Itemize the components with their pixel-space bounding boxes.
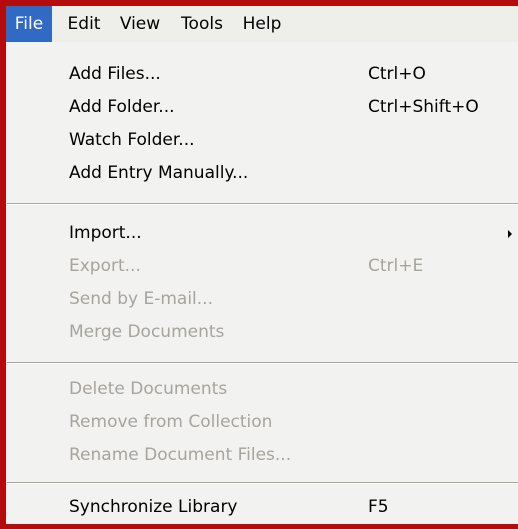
- menu-bar: File Edit View Tools Help: [6, 6, 518, 43]
- menu-item-shortcut: F5: [368, 497, 389, 517]
- menu-item-label: Add Entry Manually...: [69, 163, 249, 183]
- menu-item-shortcut: Ctrl+Shift+O: [368, 97, 479, 117]
- menu-help[interactable]: Help: [240, 6, 284, 42]
- menu-item-export[interactable]: Export... Ctrl+E: [6, 250, 518, 283]
- menu-item-label: Import...: [69, 223, 142, 243]
- menu-item-label: Merge Documents: [69, 322, 225, 342]
- menu-item-label: Send by E-mail...: [69, 289, 213, 309]
- menu-item-label: Add Folder...: [69, 97, 175, 117]
- menu-item-add-files[interactable]: Add Files... Ctrl+O: [6, 58, 518, 91]
- menu-separator: [7, 203, 518, 205]
- menu-item-add-entry-manually[interactable]: Add Entry Manually...: [6, 157, 518, 190]
- menu-item-rename-document-files[interactable]: Rename Document Files...: [6, 439, 518, 472]
- menu-item-label: Add Files...: [69, 64, 161, 84]
- menu-separator: [7, 482, 518, 484]
- menu-item-import[interactable]: Import...: [6, 217, 518, 250]
- menu-item-watch-folder[interactable]: Watch Folder...: [6, 124, 518, 157]
- menu-item-delete-documents[interactable]: Delete Documents: [6, 373, 518, 406]
- menu-item-label: Synchronize Library: [69, 497, 238, 517]
- menu-item-shortcut: Ctrl+E: [368, 256, 424, 276]
- menu-item-label: Remove from Collection: [69, 412, 273, 432]
- menu-item-label: Watch Folder...: [69, 130, 195, 150]
- menu-item-add-folder[interactable]: Add Folder... Ctrl+Shift+O: [6, 91, 518, 124]
- menu-item-label: Rename Document Files...: [69, 445, 292, 465]
- menu-item-remove-from-collection[interactable]: Remove from Collection: [6, 406, 518, 439]
- submenu-arrow-icon: [508, 230, 512, 238]
- menu-file[interactable]: File: [6, 6, 52, 42]
- menu-item-shortcut: Ctrl+O: [368, 64, 426, 84]
- menu-item-synchronize-library[interactable]: Synchronize Library F5: [6, 491, 518, 524]
- menu-tools[interactable]: Tools: [176, 6, 228, 42]
- menu-separator: [7, 362, 518, 364]
- menu-item-label: Delete Documents: [69, 379, 228, 399]
- menu-item-merge-documents[interactable]: Merge Documents: [6, 316, 518, 349]
- menu-view[interactable]: View: [116, 6, 164, 42]
- menu-item-send-by-email[interactable]: Send by E-mail...: [6, 283, 518, 316]
- menu-item-label: Export...: [69, 256, 141, 276]
- file-menu-dropdown: Add Files... Ctrl+O Add Folder... Ctrl+S…: [6, 42, 518, 524]
- menu-edit[interactable]: Edit: [64, 6, 104, 42]
